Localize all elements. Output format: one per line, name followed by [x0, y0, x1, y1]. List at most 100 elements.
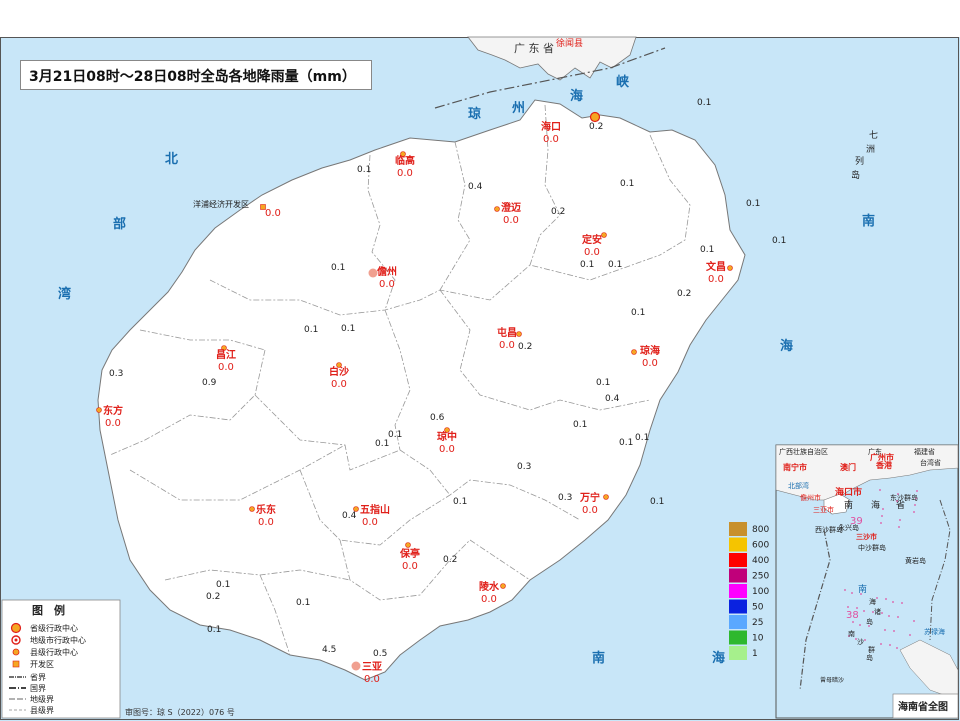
svg-text:海: 海	[712, 650, 725, 666]
city-name: 白沙	[329, 365, 349, 378]
legend-provincial-icon	[10, 622, 22, 634]
city-name: 乐东	[256, 503, 276, 516]
svg-text:38: 38	[846, 610, 859, 621]
city-name: 五指山	[360, 503, 390, 516]
color-swatch	[729, 630, 747, 645]
station-rainfall-value: 0.1	[341, 324, 355, 334]
station-rainfall-value: 0.1	[580, 260, 594, 270]
color-swatch	[729, 646, 747, 660]
station-rainfall-value: 0.1	[207, 625, 221, 635]
color-scale-label: 250	[752, 572, 769, 582]
city-rainfall-value: 0.0	[503, 215, 519, 226]
svg-text:南: 南	[844, 499, 853, 511]
county-seat-icon	[405, 542, 411, 548]
city-rainfall-value: 0.0	[265, 208, 281, 219]
svg-text:北: 北	[165, 152, 178, 167]
map-approval-number: 审图号：琼 S（2022）076 号	[125, 707, 235, 717]
svg-text:东沙群岛: 东沙群岛	[890, 493, 918, 502]
city-name: 万宁	[579, 491, 600, 504]
station-rainfall-value: 0.2	[518, 342, 532, 352]
prefecture-city-icon	[351, 661, 361, 671]
legend-prefecture-icon	[11, 635, 21, 645]
color-swatch	[729, 599, 747, 614]
city-rainfall-value: 0.0	[642, 358, 658, 369]
city-rainfall-value: 0.0	[364, 674, 380, 685]
station-rainfall-value: 0.4	[605, 394, 620, 404]
city-name: 东方	[103, 404, 123, 417]
svg-text:诸: 诸	[874, 607, 881, 616]
svg-text:中沙群岛: 中沙群岛	[858, 543, 886, 552]
station-rainfall-value: 0.1	[304, 325, 318, 335]
city-rainfall-value: 0.0	[499, 340, 515, 351]
map-title: 3月21日08时～28日08时全岛各地降雨量（mm）	[29, 69, 356, 85]
inset-island-dot	[880, 643, 882, 645]
inset-island-dot	[913, 511, 915, 513]
county-seat-icon	[516, 331, 522, 337]
svg-text:湾: 湾	[58, 286, 71, 302]
city-name: 洋浦经济开发区	[193, 199, 249, 209]
inset-island-dot	[899, 519, 901, 521]
inset-island-dot	[898, 526, 900, 528]
svg-text:岛: 岛	[866, 617, 873, 626]
color-scale-label: 25	[752, 618, 763, 628]
station-rainfall-value: 0.1	[700, 245, 714, 255]
legend-county-icon	[12, 648, 20, 656]
station-rainfall-value: 0.3	[558, 493, 572, 503]
svg-text:海口市: 海口市	[835, 486, 862, 498]
city-name: 屯昌	[497, 326, 517, 339]
color-scale-label: 800	[752, 525, 769, 535]
inset-island-dot	[916, 490, 918, 492]
city-rainfall-value: 0.0	[402, 561, 418, 572]
svg-text:曾母暗沙: 曾母暗沙	[820, 676, 844, 684]
color-swatch	[729, 522, 747, 536]
station-rainfall-value: 0.4	[468, 182, 483, 192]
city-name: 琼海	[640, 344, 660, 357]
color-scale-label: 50	[752, 603, 764, 613]
station-rainfall-value: 0.3	[109, 369, 123, 379]
inset-island-dot	[879, 489, 881, 491]
station-rainfall-value: 0.1	[331, 263, 345, 273]
city-rainfall-value: 0.0	[584, 247, 600, 258]
station-rainfall-value: 0.2	[677, 289, 691, 299]
svg-text:香港: 香港	[875, 460, 893, 470]
svg-text:南: 南	[592, 650, 605, 666]
inset-island-dot	[863, 610, 865, 612]
city-name: 澄迈	[501, 201, 521, 214]
city-rainfall-value: 0.0	[258, 517, 274, 528]
inset-island-dot	[913, 620, 915, 622]
color-swatch	[729, 568, 747, 583]
inset-map: 广西壮族自治区 广东 福建省 南宁市 澳门 广州市 香港 台湾省 海口市 儋州市…	[775, 444, 959, 719]
color-scale-label: 400	[752, 556, 769, 566]
svg-text:岛: 岛	[866, 653, 873, 662]
hainan-rainfall-map: 广 东 省 徐闻县 琼 州 海 峡 北 部 湾 南 海 南 海 七 洲 列 岛 …	[0, 36, 960, 721]
station-rainfall-value: 0.1	[772, 236, 786, 246]
inset-island-dot	[914, 504, 916, 506]
inset-island-dot	[876, 597, 878, 599]
legend-title: 图 例	[32, 603, 65, 617]
inset-island-dot	[901, 602, 903, 604]
city-name: 三亚	[362, 661, 382, 673]
color-scale-label: 1	[752, 649, 758, 659]
city-9: 昌江0.0	[216, 345, 236, 373]
svg-text:琼: 琼	[468, 106, 481, 122]
svg-text:澳门: 澳门	[840, 462, 856, 472]
city-1: 临高0.0	[395, 151, 415, 179]
svg-text:北部湾: 北部湾	[788, 481, 809, 490]
color-swatch	[729, 553, 747, 567]
station-rainfall-value: 0.1	[608, 260, 622, 270]
province-label-guangdong: 广 东 省	[514, 42, 554, 55]
station-rainfall-value: 0.1	[453, 497, 467, 507]
station-rainfall-value: 0.1	[620, 179, 634, 189]
station-rainfall-value: 0.1	[596, 378, 610, 388]
city-name: 临高	[395, 154, 415, 167]
inset-island-dot	[909, 634, 911, 636]
county-seat-icon	[603, 494, 609, 500]
inset-island-dot	[888, 615, 890, 617]
svg-text:沙: 沙	[857, 638, 864, 646]
svg-text:南: 南	[862, 213, 875, 229]
inset-island-dot	[893, 630, 895, 632]
svg-text:县级行政中心: 县级行政中心	[30, 647, 78, 657]
station-rainfall-value: 0.1	[635, 433, 649, 443]
svg-text:群: 群	[868, 645, 875, 654]
svg-text:苏禄海: 苏禄海	[924, 627, 945, 636]
